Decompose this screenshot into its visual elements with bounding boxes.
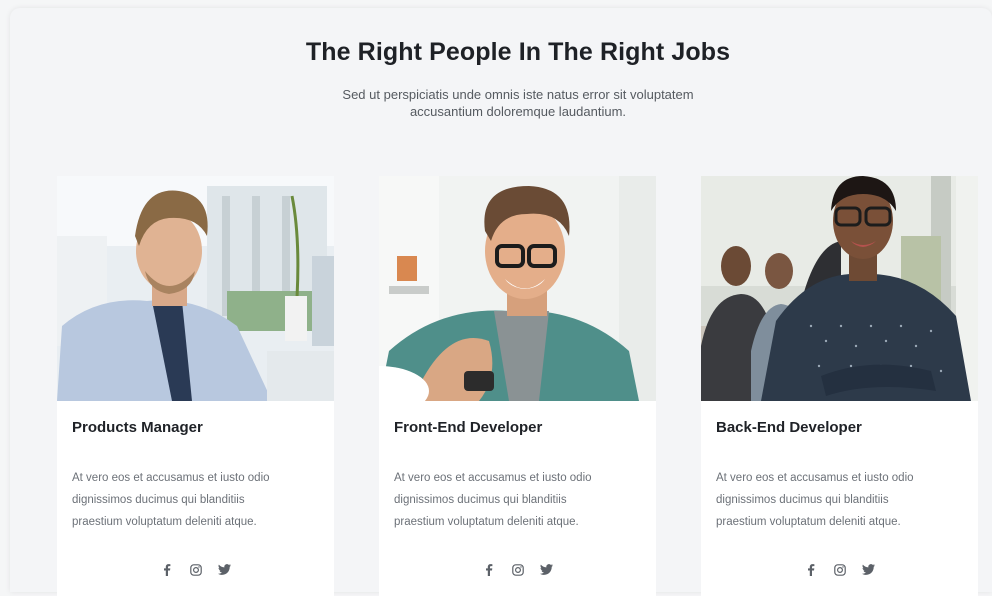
twitter-icon[interactable] xyxy=(862,563,875,576)
team-card-products-manager: Products Manager At vero eos et accusamu… xyxy=(57,176,334,596)
desc-line: dignissimos ducimus qui blanditiis xyxy=(394,494,567,506)
team-member-photo xyxy=(379,176,656,401)
twitter-icon[interactable] xyxy=(218,563,231,576)
section-title: The Right People In The Right Jobs xyxy=(305,38,731,66)
desc-line: At vero eos et accusamus et iusto odio xyxy=(394,472,592,484)
instagram-icon[interactable] xyxy=(511,563,524,576)
instagram-icon[interactable] xyxy=(833,563,846,576)
facebook-icon[interactable] xyxy=(160,563,173,576)
desc-line: dignissimos ducimus qui blanditiis xyxy=(716,494,889,506)
card-description: At vero eos et accusamus et iusto odio d… xyxy=(394,467,644,533)
desc-line: praestium voluptatum deleniti atque. xyxy=(72,516,257,528)
facebook-icon[interactable] xyxy=(804,563,817,576)
team-card-front-end-developer: Front-End Developer At vero eos et accus… xyxy=(379,176,656,596)
social-links xyxy=(57,563,334,576)
section-subtitle: Sed ut perspiciatis unde omnis iste natu… xyxy=(0,86,992,120)
subtitle-line-1: Sed ut perspiciatis unde omnis iste natu… xyxy=(342,87,694,102)
instagram-icon[interactable] xyxy=(189,563,202,576)
desc-line: At vero eos et accusamus et iusto odio xyxy=(72,472,270,484)
twitter-icon[interactable] xyxy=(540,563,553,576)
desc-line: dignissimos ducimus qui blanditiis xyxy=(72,494,245,506)
card-description: At vero eos et accusamus et iusto odio d… xyxy=(716,467,966,533)
desc-line: praestium voluptatum deleniti atque. xyxy=(394,516,579,528)
facebook-icon[interactable] xyxy=(482,563,495,576)
card-role: Back-End Developer xyxy=(716,419,862,436)
social-links xyxy=(379,563,656,576)
social-links xyxy=(701,563,978,576)
card-role: Products Manager xyxy=(72,419,203,436)
card-description: At vero eos et accusamus et iusto odio d… xyxy=(72,467,322,533)
desc-line: At vero eos et accusamus et iusto odio xyxy=(716,472,914,484)
subtitle-line-2: accusantium doloremque laudantium. xyxy=(409,104,627,119)
team-member-photo xyxy=(57,176,334,401)
team-member-photo xyxy=(701,176,978,401)
team-card-back-end-developer: Back-End Developer At vero eos et accusa… xyxy=(701,176,978,596)
card-role: Front-End Developer xyxy=(394,419,543,436)
desc-line: praestium voluptatum deleniti atque. xyxy=(716,516,901,528)
